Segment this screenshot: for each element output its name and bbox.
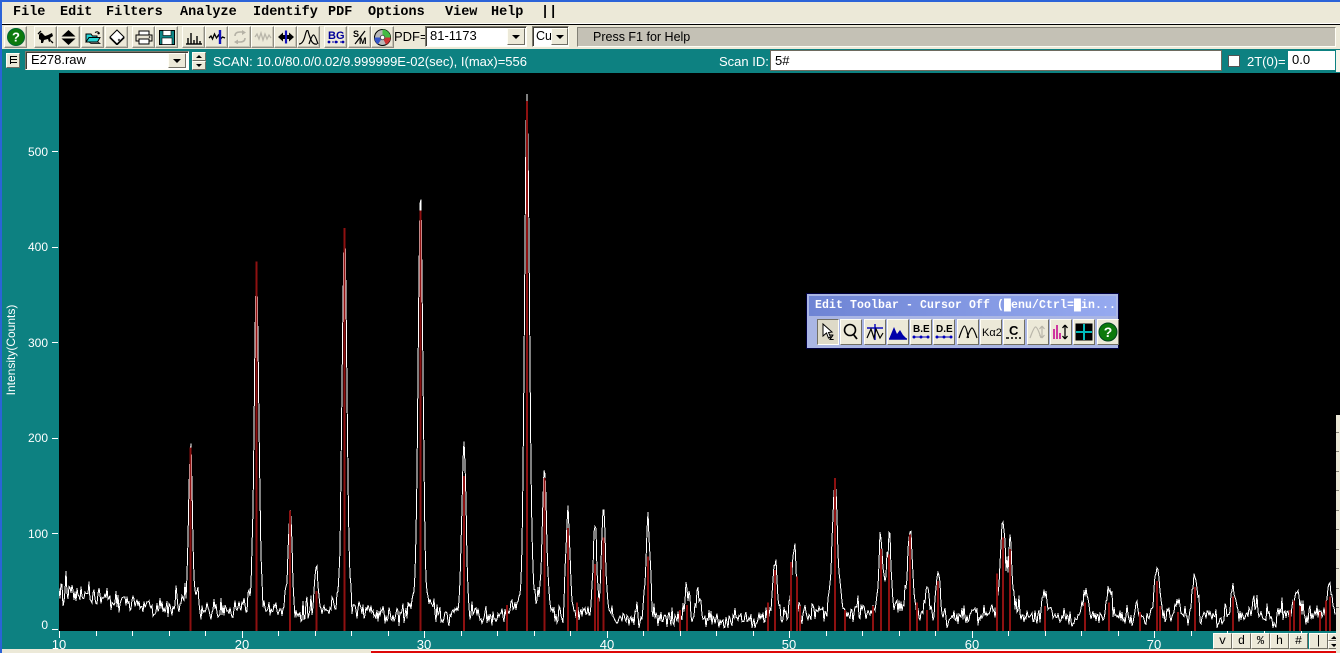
svg-text:D.E: D.E xyxy=(936,324,953,335)
svg-text:B.E: B.E xyxy=(913,324,930,335)
svg-text:Kα2: Kα2 xyxy=(982,327,1001,339)
svg-text:z: z xyxy=(829,332,834,342)
svg-text:BG: BG xyxy=(328,30,345,42)
svg-text:C: C xyxy=(1009,323,1019,338)
svg-text:?: ? xyxy=(1104,324,1113,340)
svg-text:?: ? xyxy=(12,30,20,45)
